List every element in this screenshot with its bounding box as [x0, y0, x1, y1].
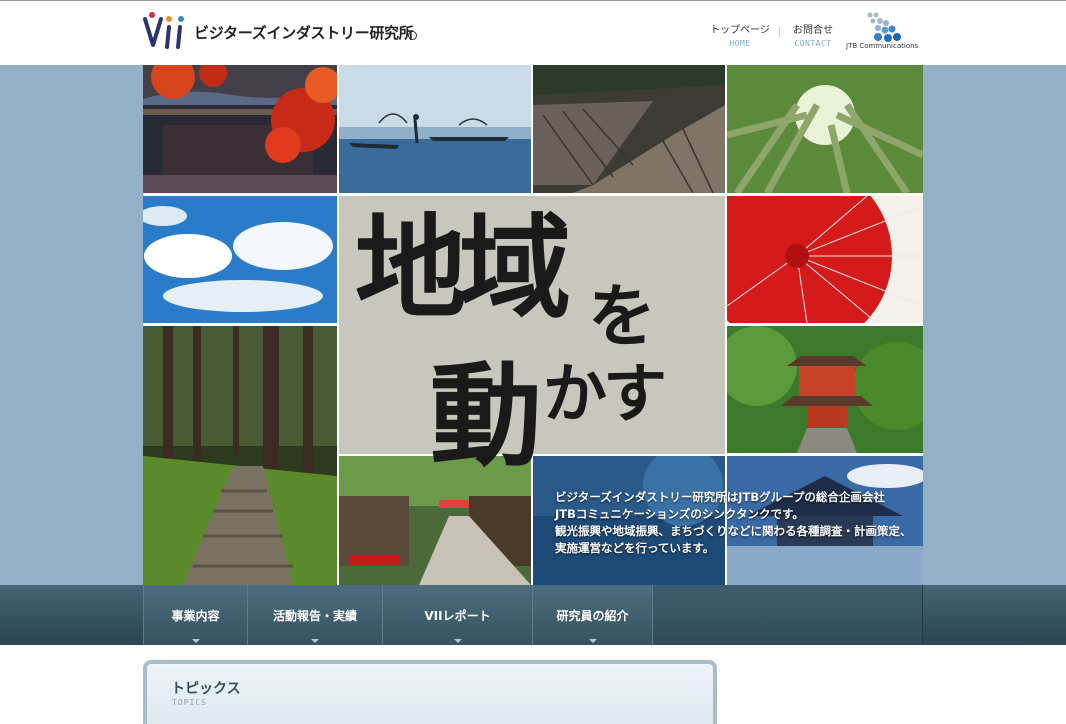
menu-activities-label: 活動報告・実績	[272, 609, 357, 623]
menu-researchers-label: 研究員の紹介	[556, 609, 629, 623]
tagline-line: 実施運営などを行っています。	[555, 541, 715, 555]
site-logo-text[interactable]: ビジターズインダストリー研究所	[194, 22, 414, 43]
nav-home-en: HOME	[729, 39, 751, 48]
hero-tagline: ビジターズインダストリー研究所はJTBグループの総合企画会社 JTBコミュニケー…	[555, 489, 923, 557]
menu-vii-report[interactable]: VIIレポート	[382, 585, 533, 645]
jtb-partner-text[interactable]: JTB Communications	[846, 42, 918, 50]
menu-business[interactable]: 事業内容	[143, 585, 248, 645]
tagline-line: ビジターズインダストリー研究所はJTBグループの総合企画会社	[555, 490, 885, 504]
photo-pagoda	[727, 326, 923, 453]
nav-contact-en: CONTACT	[794, 39, 832, 48]
vii-logo-icon[interactable]	[143, 11, 189, 51]
headline-move: 動	[430, 351, 542, 482]
tagline-line: JTBコミュニケーションズのシンクタンクです。	[555, 507, 804, 521]
tagline-line: 観光振興や地域振興、まちづくりなどに関わる各種調査・計画策定、	[555, 524, 912, 538]
dropdown-arrow-icon	[588, 639, 597, 643]
nav-contact-jp: お問合せ	[793, 25, 833, 36]
topics-title: トピックス	[171, 681, 241, 697]
menu-empty-slot	[652, 585, 923, 645]
photo-tile-roofs	[533, 65, 725, 193]
photo-red-umbrella	[727, 196, 923, 323]
topics-subtitle: TOPICS	[172, 698, 207, 707]
photo-lake-fishermen	[339, 65, 531, 193]
dropdown-arrow-icon	[311, 639, 319, 643]
photo-blue-sky	[143, 196, 337, 323]
dropdown-arrow-icon	[453, 639, 462, 643]
photo-bamboo-forest	[727, 65, 923, 193]
dropdown-arrow-icon	[191, 639, 200, 643]
menu-researchers[interactable]: 研究員の紹介	[532, 585, 653, 645]
headline-particle: を	[588, 277, 657, 357]
topics-box: トピックス TOPICS	[143, 660, 717, 724]
site-header: ビジターズインダストリー研究所 トップページ HOME お問合せ CONTACT…	[0, 1, 1066, 65]
menu-vii-report-label: VIIレポート	[424, 609, 491, 623]
menu-business-label: 事業内容	[171, 609, 220, 623]
headline-suffix: かす	[543, 357, 667, 432]
nav-separator	[779, 27, 780, 37]
registered-mark	[408, 31, 417, 40]
photo-forest-path	[143, 326, 337, 585]
photo-temple-maple	[143, 65, 337, 193]
nav-home-jp: トップページ	[710, 25, 770, 36]
hero-collage: 地域 を 動 かす ビジターズインダストリー研究所はJTBグループの総合企画会社…	[143, 65, 923, 585]
menu-activities[interactable]: 活動報告・実績	[247, 585, 383, 645]
nav-contact-link[interactable]: お問合せ CONTACT	[790, 24, 836, 50]
nav-home-link[interactable]: トップページ HOME	[710, 24, 770, 50]
headline-region: 地域	[355, 203, 571, 334]
